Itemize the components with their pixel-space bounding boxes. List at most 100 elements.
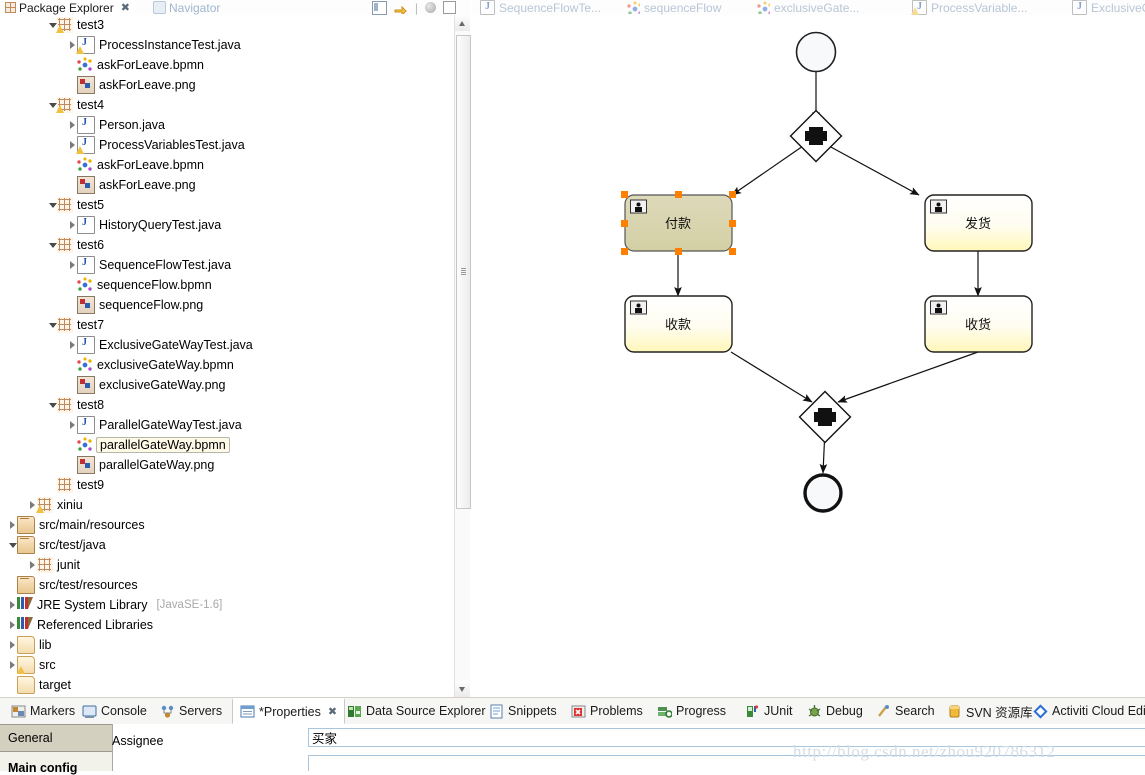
tree-item[interactable]: exclusiveGateWay.bpmn: [0, 355, 455, 375]
chevron-right-icon[interactable]: [68, 415, 77, 435]
chevron-right-icon[interactable]: [68, 115, 77, 135]
editor-tab-label: ProcessVariable...: [931, 0, 1028, 15]
editor-tab[interactable]: exclusiveGate...: [757, 0, 859, 15]
tree-item[interactable]: xiniu: [0, 495, 455, 515]
scroll-thumb[interactable]: [456, 35, 471, 509]
bottom-tab-search[interactable]: Search: [869, 698, 942, 724]
bottom-tab-properties[interactable]: *Properties ✖: [232, 698, 346, 724]
tree-item[interactable]: src/main/resources: [0, 515, 455, 535]
view-menu-icon[interactable]: [425, 2, 436, 13]
editor-tab[interactable]: ExclusiveG: [1072, 0, 1145, 15]
tree-item[interactable]: ProcessVariablesTest.java: [0, 135, 455, 155]
tree-item[interactable]: lib: [0, 635, 455, 655]
bpmn-canvas[interactable]: 付款 发货 收款 收货: [472, 15, 1145, 697]
tree-item[interactable]: test8: [0, 395, 455, 415]
end-event[interactable]: [803, 473, 843, 513]
tree-item-label: src/main/resources: [39, 518, 145, 532]
chevron-down-icon[interactable]: [48, 235, 57, 255]
bottom-tab-progress[interactable]: Progress: [650, 698, 733, 724]
chevron-down-icon[interactable]: [48, 195, 57, 215]
tree-item[interactable]: src/test/resources: [0, 575, 455, 595]
chevron-down-icon[interactable]: [48, 315, 57, 335]
tree-item[interactable]: Referenced Libraries: [0, 615, 455, 635]
chevron-right-icon[interactable]: [8, 595, 17, 615]
bottom-tab-junit[interactable]: JUnit: [738, 698, 799, 724]
properties-section-general-label: General: [8, 731, 53, 745]
chevron-right-icon[interactable]: [68, 215, 77, 235]
editor-tab[interactable]: SequenceFlowTe...: [480, 0, 601, 15]
project-tree[interactable]: test3 ProcessInstanceTest.java askForLeave…: [0, 15, 455, 697]
tree-item[interactable]: test4: [0, 95, 455, 115]
tree-item[interactable]: src/test/java: [0, 535, 455, 555]
tree-item[interactable]: JRE System Library [JavaSE-1.6]: [0, 595, 455, 615]
tree-item[interactable]: test3: [0, 15, 455, 35]
tab-navigator[interactable]: Navigator: [148, 0, 225, 15]
package-warn-icon: [56, 17, 73, 33]
bottom-tab-servers[interactable]: Servers: [153, 698, 229, 724]
minimize-icon[interactable]: [443, 1, 456, 14]
tree-item[interactable]: SequenceFlowTest.java: [0, 255, 455, 275]
tree-item[interactable]: askForLeave.png: [0, 175, 455, 195]
chevron-right-icon[interactable]: [8, 635, 17, 655]
tree-item[interactable]: exclusiveGateWay.png: [0, 375, 455, 395]
tab-package-explorer[interactable]: Package Explorer ✖: [0, 0, 135, 15]
datasource-icon: [347, 704, 362, 719]
bottom-tab-datasourceexplorer[interactable]: Data Source Explorer: [340, 698, 493, 724]
bottom-tab-debug[interactable]: Debug: [800, 698, 870, 724]
chevron-down-icon[interactable]: [48, 395, 57, 415]
bottom-tab-label: SVN 资源库: [966, 705, 1033, 720]
tree-item[interactable]: ExclusiveGateWayTest.java: [0, 335, 455, 355]
task-receive-goods[interactable]: 收货: [924, 295, 1033, 353]
collapse-all-icon[interactable]: [371, 0, 387, 15]
properties-section-general[interactable]: General: [0, 724, 112, 752]
chevron-down-icon[interactable]: [8, 535, 17, 555]
bottom-tab-console[interactable]: Console: [75, 698, 154, 724]
chevron-right-icon[interactable]: [8, 655, 17, 675]
bottom-tab-problems[interactable]: Problems: [564, 698, 650, 724]
tree-item[interactable]: sequenceFlow.bpmn: [0, 275, 455, 295]
tree-item[interactable]: test6: [0, 235, 455, 255]
chevron-right-icon[interactable]: [68, 335, 77, 355]
close-icon[interactable]: ✖: [121, 1, 130, 14]
tree-item[interactable]: askForLeave.bpmn: [0, 55, 455, 75]
parallel-gateway-fork[interactable]: [789, 109, 843, 163]
tree-item[interactable]: ProcessInstanceTest.java: [0, 35, 455, 55]
chevron-right-icon[interactable]: [8, 615, 17, 635]
editor-tab[interactable]: ProcessVariable...: [911, 0, 1028, 15]
activiti-icon: [1033, 703, 1048, 719]
tree-item[interactable]: test5: [0, 195, 455, 215]
tree-item[interactable]: junit: [0, 555, 455, 575]
tree-item[interactable]: ParallelGateWayTest.java: [0, 415, 455, 435]
bottom-tab-activiticloudedit[interactable]: Activiti Cloud Edit: [1026, 698, 1145, 724]
chevron-right-icon[interactable]: [28, 555, 37, 575]
tree-item[interactable]: Person.java: [0, 115, 455, 135]
task-ship[interactable]: 发货: [924, 194, 1033, 252]
chevron-right-icon[interactable]: [8, 515, 17, 535]
tree-item[interactable]: src: [0, 655, 455, 675]
editor-tab[interactable]: sequenceFlow: [627, 0, 721, 15]
package-icon: [57, 237, 73, 253]
tree-item[interactable]: sequenceFlow.png: [0, 295, 455, 315]
tree-item[interactable]: HistoryQueryTest.java: [0, 215, 455, 235]
scroll-up-button[interactable]: [455, 15, 470, 31]
start-event[interactable]: [795, 31, 837, 73]
bpmn-editor: SequenceFlowTe... sequenceFlow exclusiveGa…: [472, 0, 1145, 697]
bottom-tab-svn[interactable]: SVN 资源库: [940, 698, 1040, 724]
tree-scrollbar[interactable]: [454, 15, 471, 697]
link-with-editor-icon[interactable]: [394, 2, 408, 16]
close-icon[interactable]: ✖: [328, 705, 337, 718]
tree-item-label: test8: [77, 398, 105, 412]
task-receive-money[interactable]: 收款: [624, 295, 733, 353]
bottom-tab-snippets[interactable]: Snippets: [482, 698, 564, 724]
tree-item[interactable]: askForLeave.png: [0, 75, 455, 95]
chevron-right-icon[interactable]: [68, 255, 77, 275]
tree-item[interactable]: test9: [0, 475, 455, 495]
tree-item[interactable]: target: [0, 675, 455, 695]
scroll-down-button[interactable]: [455, 681, 470, 697]
tree-item[interactable]: parallelGateWay.png: [0, 455, 455, 475]
task-pay[interactable]: 付款: [621, 191, 736, 255]
tree-item[interactable]: askForLeave.bpmn: [0, 155, 455, 175]
bottom-tab-markers[interactable]: Markers: [4, 698, 82, 724]
tree-item[interactable]: test7: [0, 315, 455, 335]
tree-item[interactable]: parallelGateWay.bpmn: [0, 435, 455, 455]
